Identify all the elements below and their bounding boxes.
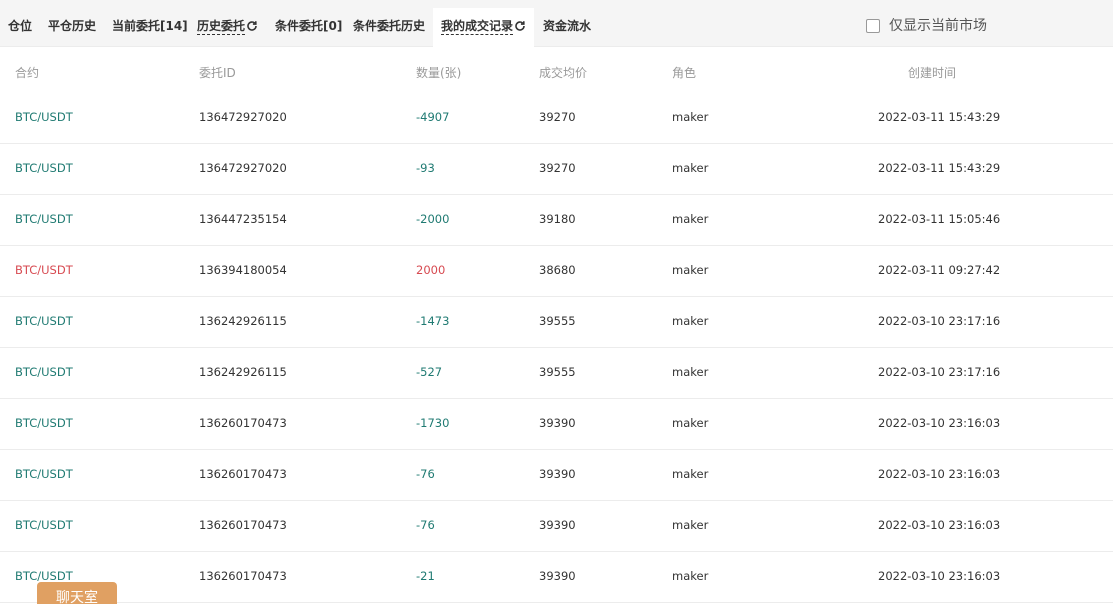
order-id-cell: 136447235154 — [199, 212, 287, 226]
refresh-icon[interactable] — [514, 20, 526, 32]
tab-positions[interactable]: 仓位 — [8, 8, 32, 47]
contract-cell[interactable]: BTC/USDT — [15, 144, 73, 193]
created-time-cell: 2022-03-10 23:16:03 — [878, 569, 1001, 583]
order-id-cell: 136472927020 — [199, 110, 287, 124]
created-time-cell: 2022-03-10 23:16:03 — [878, 467, 1001, 481]
header-quantity: 数量(张) — [416, 66, 462, 80]
role-cell: maker — [672, 161, 709, 175]
role-cell: maker — [672, 212, 709, 226]
avg-price-cell: 39270 — [539, 110, 576, 124]
current-market-filter-label: 仅显示当前市场 — [889, 18, 987, 34]
table-row: BTC/USDT 136242926115 -1473 39555 maker … — [0, 297, 1113, 348]
created-time-cell: 2022-03-10 23:16:03 — [878, 518, 1001, 532]
tab-order-history[interactable]: 历史委托 — [197, 8, 258, 47]
avg-price-cell: 39390 — [539, 569, 576, 583]
header-order-id: 委托ID — [199, 66, 236, 80]
role-cell: maker — [672, 518, 709, 532]
contract-cell[interactable]: BTC/USDT — [15, 93, 73, 142]
tab-conditional-orders[interactable]: 条件委托[0] — [275, 8, 342, 47]
tab-order-history-label: 历史委托 — [197, 19, 246, 35]
table-row: BTC/USDT 136260170473 -76 39390 maker 20… — [0, 501, 1113, 552]
table-row: BTC/USDT 136472927020 -93 39270 maker 20… — [0, 144, 1113, 195]
table-row: BTC/USDT 136472927020 -4907 39270 maker … — [0, 93, 1113, 144]
avg-price-cell: 39390 — [539, 416, 576, 430]
quantity-cell: 2000 — [416, 263, 446, 277]
order-id-cell: 136260170473 — [199, 416, 287, 430]
contract-cell[interactable]: BTC/USDT — [15, 348, 73, 397]
current-market-checkbox[interactable] — [866, 19, 880, 33]
tab-my-trades[interactable]: 我的成交记录 — [433, 8, 535, 47]
table-row: BTC/USDT 136394180054 2000 38680 maker 2… — [0, 246, 1113, 297]
created-time-cell: 2022-03-11 09:27:42 — [878, 263, 1001, 277]
header-contract: 合约 — [15, 66, 40, 80]
role-cell: maker — [672, 365, 709, 379]
header-avg-price: 成交均价 — [539, 66, 588, 80]
table-row: BTC/USDT 136242926115 -527 39555 maker 2… — [0, 348, 1113, 399]
contract-cell[interactable]: BTC/USDT — [15, 195, 73, 244]
tab-conditional-history[interactable]: 条件委托历史 — [353, 8, 425, 47]
table-row: BTC/USDT 136260170473 -76 39390 maker 20… — [0, 450, 1113, 501]
order-id-cell: 136242926115 — [199, 314, 287, 328]
table-row: BTC/USDT 136447235154 -2000 39180 maker … — [0, 195, 1113, 246]
quantity-cell: -4907 — [416, 110, 450, 124]
contract-cell[interactable]: BTC/USDT — [15, 297, 73, 346]
table-row: BTC/USDT 136260170473 -21 39390 maker 20… — [0, 552, 1113, 603]
trades-table-header: 合约 委托ID 数量(张) 成交均价 角色 创建时间 — [0, 47, 1113, 93]
created-time-cell: 2022-03-10 23:16:03 — [878, 416, 1001, 430]
created-time-cell: 2022-03-10 23:17:16 — [878, 314, 1001, 328]
role-cell: maker — [672, 314, 709, 328]
avg-price-cell: 39555 — [539, 314, 576, 328]
role-cell: maker — [672, 467, 709, 481]
table-row: BTC/USDT 136260170473 -1730 39390 maker … — [0, 399, 1113, 450]
order-id-cell: 136394180054 — [199, 263, 287, 277]
tab-fund-flow[interactable]: 资金流水 — [543, 8, 591, 47]
created-time-cell: 2022-03-11 15:43:29 — [878, 161, 1001, 175]
avg-price-cell: 39390 — [539, 518, 576, 532]
tab-close-history[interactable]: 平仓历史 — [48, 8, 96, 47]
order-id-cell: 136260170473 — [199, 467, 287, 481]
contract-cell[interactable]: BTC/USDT — [15, 450, 73, 499]
tab-open-orders[interactable]: 当前委托[14] — [112, 8, 188, 47]
created-time-cell: 2022-03-11 15:43:29 — [878, 110, 1001, 124]
header-role: 角色 — [672, 66, 697, 80]
order-id-cell: 136260170473 — [199, 569, 287, 583]
contract-cell[interactable]: BTC/USDT — [15, 399, 73, 448]
avg-price-cell: 39180 — [539, 212, 576, 226]
quantity-cell: -1473 — [416, 314, 450, 328]
created-time-cell: 2022-03-10 23:17:16 — [878, 365, 1001, 379]
quantity-cell: -21 — [416, 569, 435, 583]
quantity-cell: -527 — [416, 365, 443, 379]
role-cell: maker — [672, 569, 709, 583]
contract-cell[interactable]: BTC/USDT — [15, 501, 73, 550]
role-cell: maker — [672, 416, 709, 430]
order-id-cell: 136472927020 — [199, 161, 287, 175]
quantity-cell: -93 — [416, 161, 435, 175]
avg-price-cell: 39555 — [539, 365, 576, 379]
role-cell: maker — [672, 110, 709, 124]
quantity-cell: -76 — [416, 518, 435, 532]
order-id-cell: 136260170473 — [199, 518, 287, 532]
avg-price-cell: 38680 — [539, 263, 576, 277]
created-time-cell: 2022-03-11 15:05:46 — [878, 212, 1001, 226]
quantity-cell: -76 — [416, 467, 435, 481]
order-id-cell: 136242926115 — [199, 365, 287, 379]
avg-price-cell: 39390 — [539, 467, 576, 481]
quantity-cell: -2000 — [416, 212, 450, 226]
role-cell: maker — [672, 263, 709, 277]
order-tabs-bar: 仓位 平仓历史 当前委托[14] 历史委托 条件委托[0] 条件委托历史 我的成… — [0, 0, 1113, 47]
contract-cell[interactable]: BTC/USDT — [15, 246, 73, 295]
refresh-icon[interactable] — [246, 20, 258, 32]
quantity-cell: -1730 — [416, 416, 450, 430]
header-created-time: 创建时间 — [908, 66, 957, 80]
tab-my-trades-label: 我的成交记录 — [441, 19, 514, 35]
chat-room-button[interactable]: 聊天室 — [37, 582, 117, 604]
avg-price-cell: 39270 — [539, 161, 576, 175]
